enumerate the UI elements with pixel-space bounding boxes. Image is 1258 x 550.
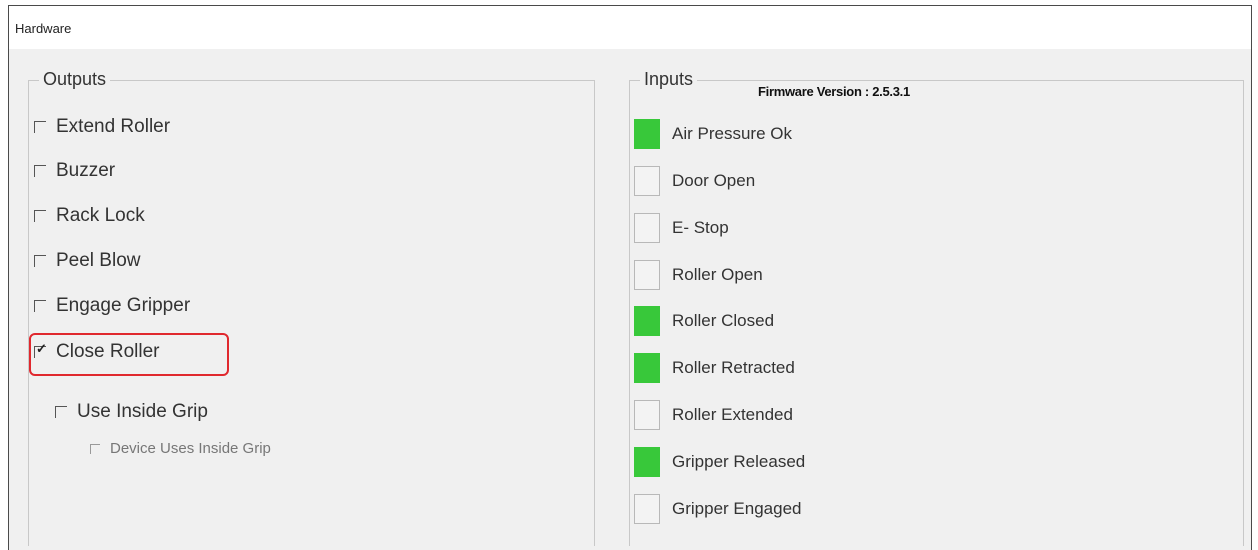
checkbox-box[interactable] <box>55 406 67 418</box>
device-uses-inside-grip-checkbox[interactable]: Device Uses Inside Grip <box>90 440 271 457</box>
checkbox-box-disabled[interactable] <box>90 443 100 454</box>
input-label: Roller Closed <box>672 311 775 330</box>
input-label: Roller Retracted <box>672 358 795 377</box>
input-label: Roller Open <box>672 265 763 284</box>
status-indicator <box>634 400 660 430</box>
status-indicator <box>634 166 660 196</box>
buzzer-checkbox[interactable]: Buzzer <box>34 160 115 182</box>
input-label: Door Open <box>672 171 756 190</box>
input-label: E- Stop <box>672 218 729 237</box>
checkbox-box[interactable] <box>34 121 46 133</box>
input-label: Air Pressure Ok <box>672 124 792 143</box>
checkbox-label: Peel Blow <box>56 250 141 271</box>
checkbox-label: Buzzer <box>56 160 116 181</box>
rack-lock-checkbox[interactable]: Rack Lock <box>34 205 145 227</box>
input-label: Roller Extended <box>672 405 793 424</box>
status-indicator <box>634 306 660 336</box>
checkbox-label: Engage Gripper <box>56 295 191 316</box>
status-indicator <box>634 213 660 243</box>
status-indicator <box>634 260 660 290</box>
input-row-e-stop: E- Stop <box>634 213 729 243</box>
input-row-gripper-released: Gripper Released <box>634 447 805 477</box>
status-indicator <box>634 447 660 477</box>
checkbox-box[interactable] <box>34 300 46 312</box>
input-row-roller-closed: Roller Closed <box>634 306 774 336</box>
use-inside-grip-checkbox[interactable]: Use Inside Grip <box>55 401 208 423</box>
input-row-door-open: Door Open <box>634 166 755 196</box>
peel-blow-checkbox[interactable]: Peel Blow <box>34 250 141 272</box>
engage-gripper-checkbox[interactable]: Engage Gripper <box>34 295 190 317</box>
close-roller-highlight <box>29 333 229 376</box>
input-row-air-pressure-ok: Air Pressure Ok <box>634 119 792 149</box>
window-title: Hardware <box>15 21 72 36</box>
checkbox-box[interactable] <box>34 210 46 222</box>
input-row-roller-open: Roller Open <box>634 260 763 290</box>
checkbox-label: Device Uses Inside Grip <box>110 440 271 457</box>
checkbox-label: Extend Roller <box>56 116 171 137</box>
status-indicator <box>634 119 660 149</box>
checkbox-label: Use Inside Grip <box>77 401 208 422</box>
status-indicator <box>634 494 660 524</box>
input-row-gripper-engaged: Gripper Engaged <box>634 494 801 524</box>
input-row-roller-extended: Roller Extended <box>634 400 793 430</box>
inputs-legend: Inputs <box>640 69 698 90</box>
extend-roller-checkbox[interactable]: Extend Roller <box>34 116 170 138</box>
outputs-legend: Outputs <box>39 69 111 90</box>
status-indicator <box>634 353 660 383</box>
input-row-roller-retracted: Roller Retracted <box>634 353 795 383</box>
checkbox-box[interactable] <box>34 255 46 267</box>
firmware-version: Firmware Version : 2.5.3.1 <box>758 84 910 99</box>
input-label: Gripper Released <box>672 452 806 471</box>
checkbox-label: Rack Lock <box>56 205 145 226</box>
title-bar: Hardware <box>9 6 1251 49</box>
checkbox-box[interactable] <box>34 165 46 177</box>
input-label: Gripper Engaged <box>672 499 802 518</box>
